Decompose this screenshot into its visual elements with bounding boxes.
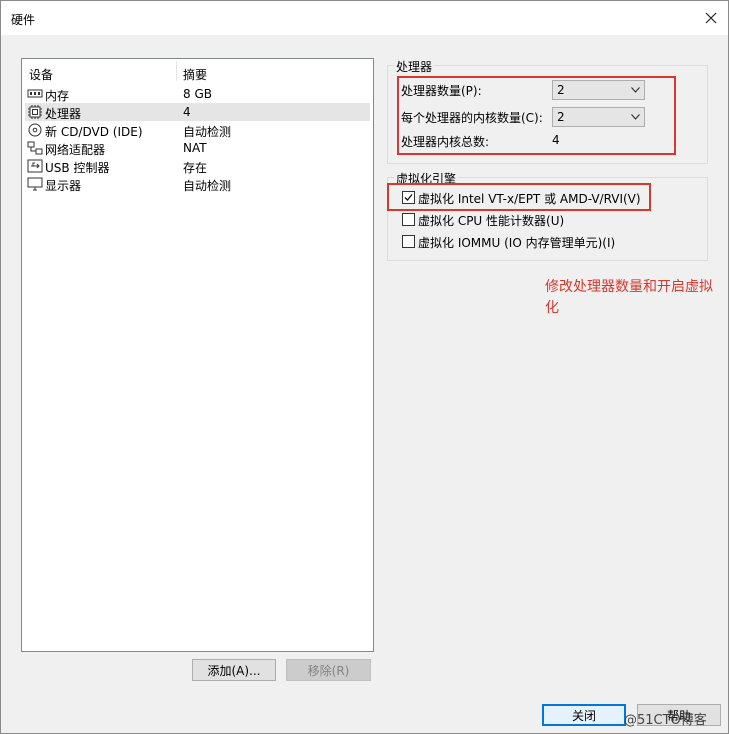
device-name: 内存	[45, 89, 70, 103]
add-device-button[interactable]: 添加(A)...	[192, 659, 276, 681]
processor-highlight-box	[397, 76, 676, 155]
usb-icon	[27, 159, 43, 173]
checkbox-label: 虚拟化 IOMMU (IO 内存管理单元)(I)	[418, 236, 616, 250]
watermark: @51CTO博客	[624, 713, 707, 728]
window-title: 硬件	[11, 13, 36, 27]
device-row-network-adapter[interactable]: 网络适配器 NAT	[25, 139, 370, 157]
column-divider[interactable]	[176, 61, 177, 81]
remove-device-button[interactable]: 移除(R)	[286, 659, 371, 681]
device-row-processor[interactable]: 处理器 4	[25, 103, 370, 121]
device-name: 显示器	[45, 179, 82, 193]
close-button[interactable]	[700, 7, 722, 29]
column-header-summary[interactable]: 摘要	[183, 66, 207, 83]
device-summary: NAT	[183, 141, 207, 155]
device-name: 处理器	[45, 107, 82, 121]
device-summary: 自动检测	[183, 179, 232, 193]
checkbox[interactable]	[402, 235, 415, 248]
device-row-memory[interactable]: 内存 8 GB	[25, 85, 370, 103]
device-name: 网络适配器	[45, 143, 106, 157]
close-dialog-button[interactable]: 关闭	[542, 704, 626, 726]
processor-group-title: 处理器	[394, 58, 435, 75]
processor-icon	[28, 105, 42, 119]
annotation-note: 修改处理器数量和开启虚拟化	[545, 279, 713, 316]
device-row-cd-dvd[interactable]: 新 CD/DVD (IDE) 自动检测	[25, 121, 370, 139]
memory-icon	[27, 89, 43, 98]
network-adapter-icon	[27, 141, 43, 155]
checkbox[interactable]	[402, 213, 415, 226]
device-name: USB 控制器	[45, 161, 110, 175]
close-icon	[705, 12, 717, 24]
device-name: 新 CD/DVD (IDE)	[45, 125, 143, 139]
device-row-display[interactable]: 显示器 自动检测	[25, 175, 370, 193]
cd-dvd-icon	[28, 123, 42, 137]
list-header: 设备 摘要	[22, 59, 373, 83]
device-summary: 存在	[183, 161, 208, 175]
virtualization-highlight-box	[387, 183, 651, 211]
virtualize-cpu-counters-checkbox[interactable]: 虚拟化 CPU 性能计数器(U)	[402, 212, 662, 228]
device-summary: 4	[183, 105, 191, 119]
title-bar: 硬件	[1, 1, 728, 35]
checkbox-label: 虚拟化 CPU 性能计数器(U)	[418, 214, 565, 228]
device-row-usb-controller[interactable]: USB 控制器 存在	[25, 157, 370, 175]
device-list[interactable]: 设备 摘要 内存 8 GB 处理器 4 新 CD/DVD (IDE) 自动检测 …	[21, 58, 374, 652]
column-header-device[interactable]: 设备	[29, 66, 53, 83]
device-summary: 8 GB	[183, 87, 212, 101]
hardware-dialog: 硬件 设备 摘要 内存 8 GB 处理器 4 新 CD/DVD (IDE) 自动…	[0, 0, 729, 734]
display-icon	[27, 177, 43, 191]
device-summary: 自动检测	[183, 125, 232, 139]
virtualize-iommu-checkbox[interactable]: 虚拟化 IOMMU (IO 内存管理单元)(I)	[402, 234, 662, 250]
